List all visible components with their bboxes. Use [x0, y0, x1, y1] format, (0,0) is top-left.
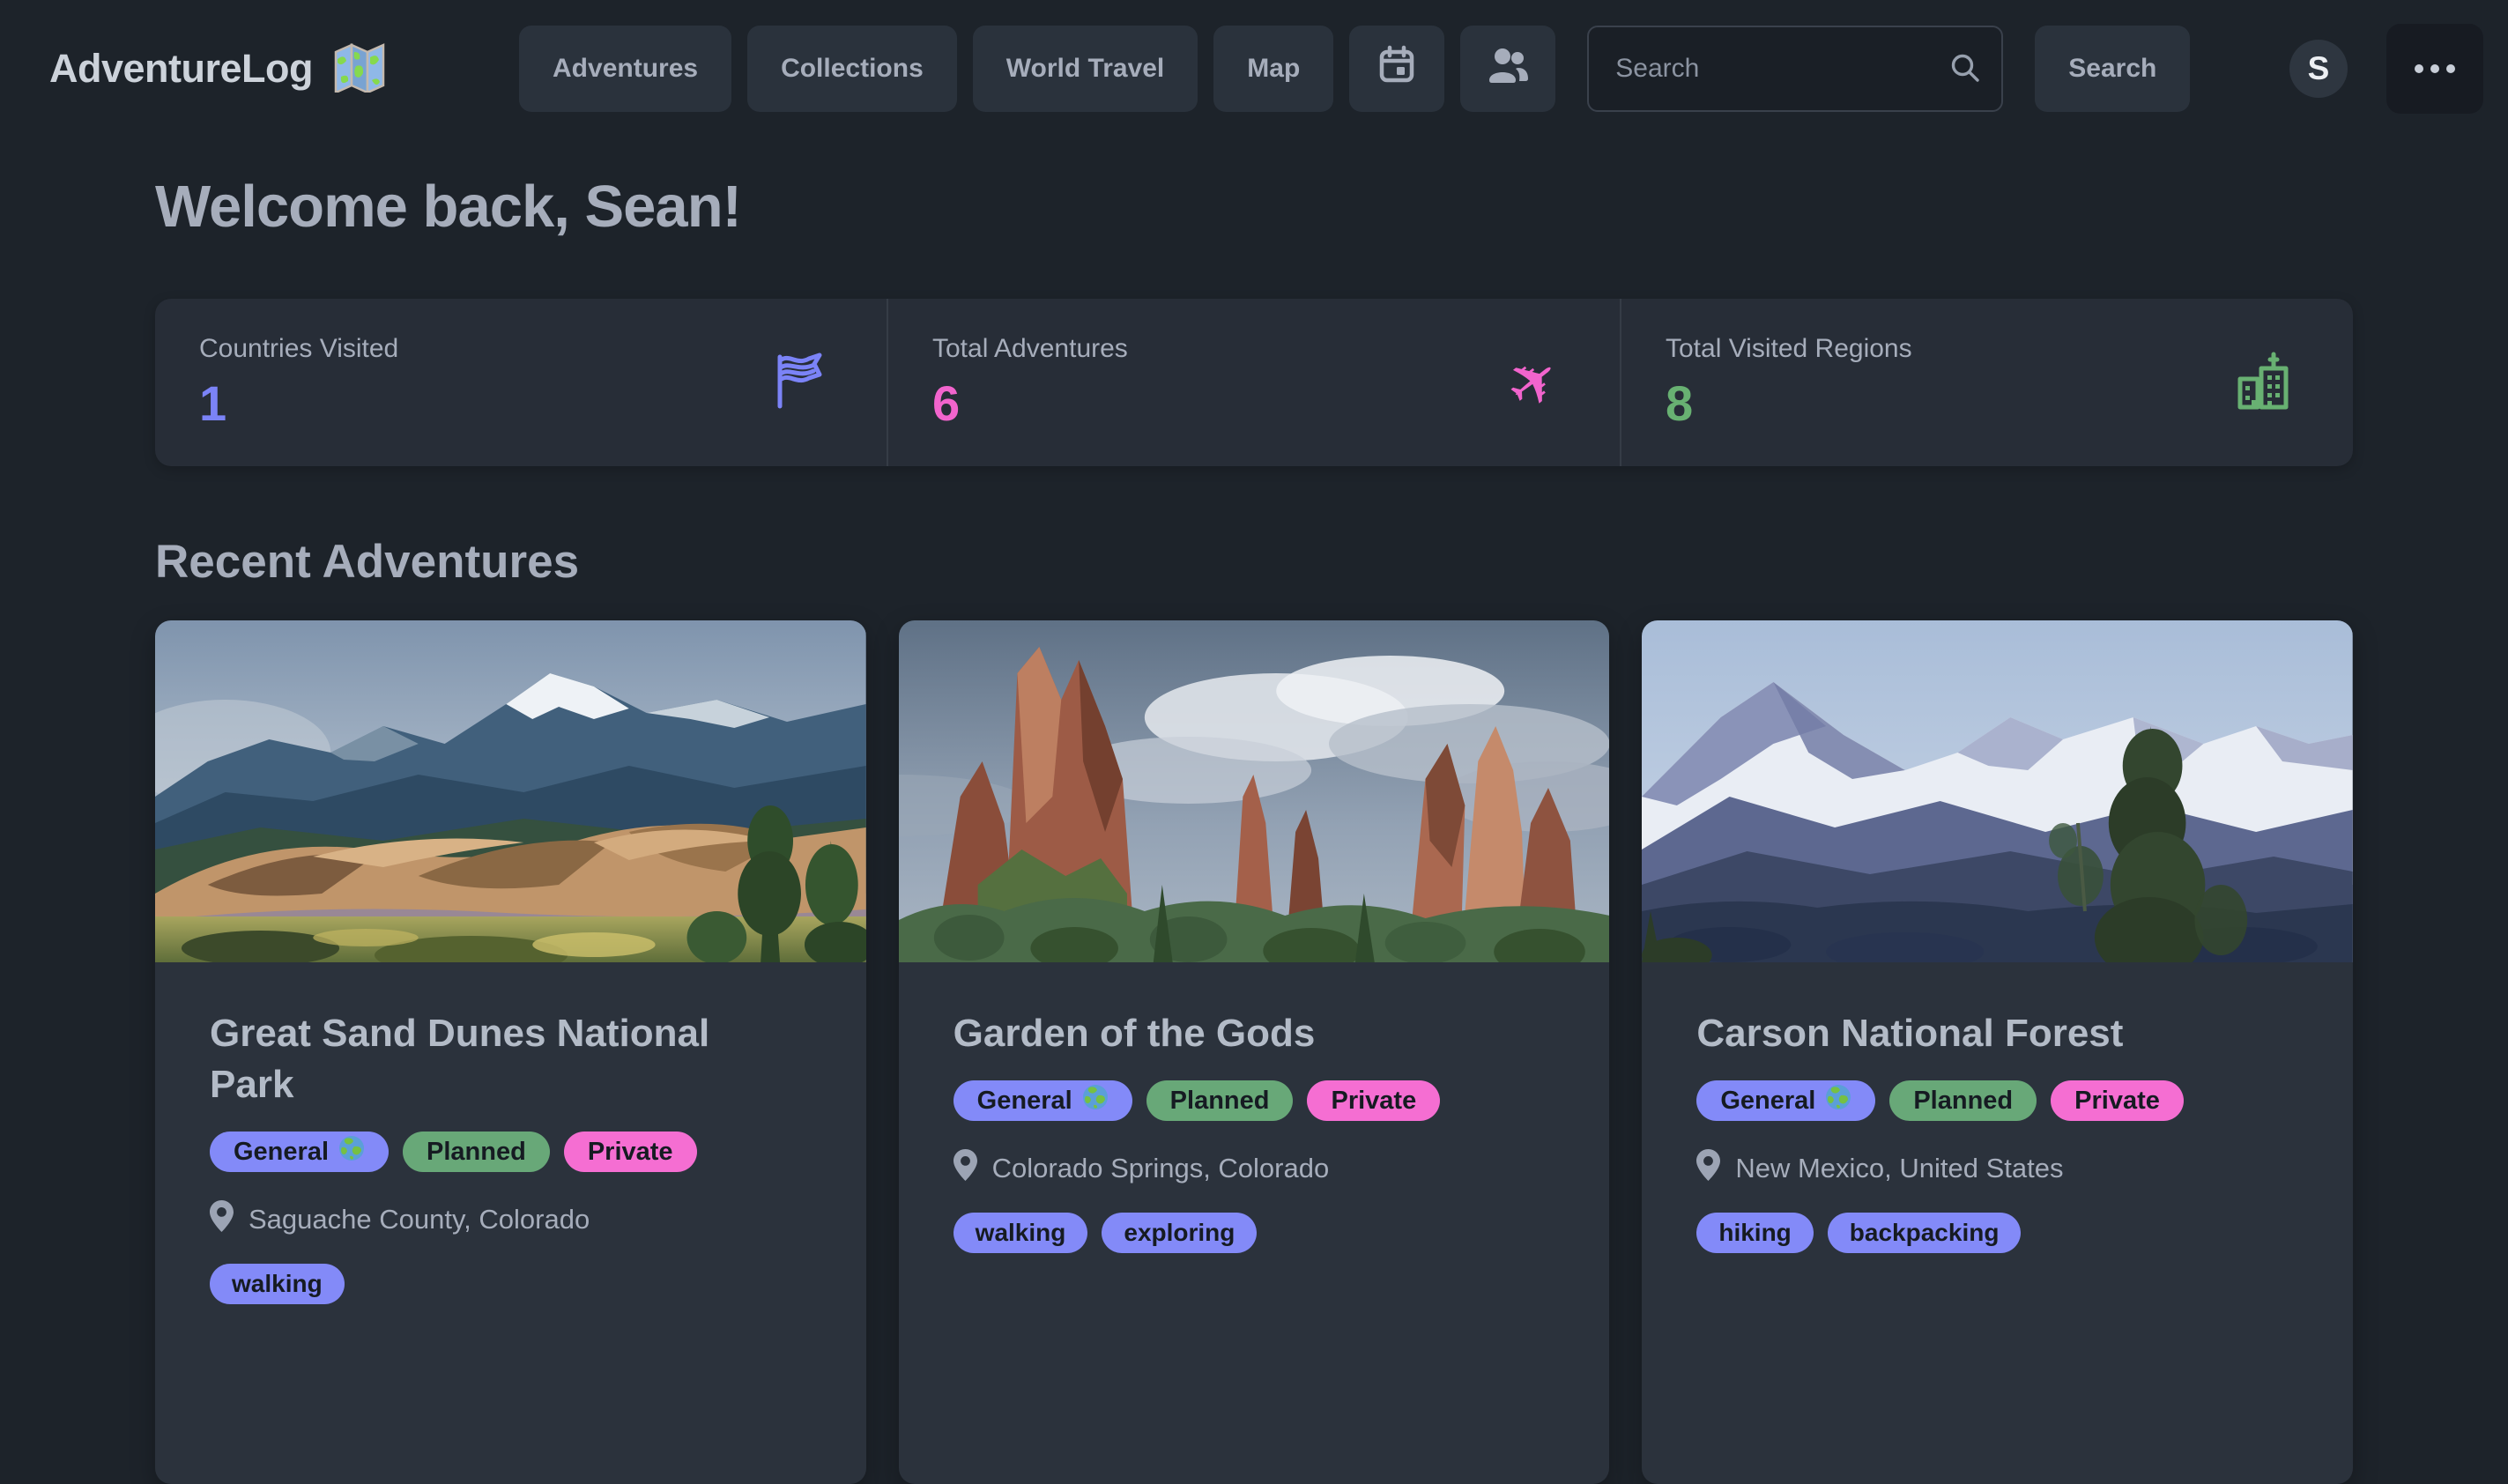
search-field-wrap: [1587, 26, 2003, 112]
nav-links: Adventures Collections World Travel Map: [519, 26, 2190, 112]
adventure-title: Carson National Forest: [1696, 1008, 2260, 1059]
tag: walking: [210, 1264, 345, 1304]
badge-planned: Planned: [1146, 1080, 1294, 1121]
stat-value: 6: [932, 375, 1128, 432]
badge-row: General Planned Private: [210, 1132, 812, 1172]
adventure-photo-carson-forest: [1642, 620, 2353, 962]
calendar-icon: [1376, 44, 1418, 93]
stat-title: Countries Visited: [199, 334, 398, 364]
badge-private: Private: [1307, 1080, 1440, 1121]
stat-value: 1: [199, 375, 398, 432]
badge-private: Private: [564, 1132, 697, 1172]
overflow-menu-button[interactable]: [2386, 24, 2483, 114]
location-text: New Mexico, United States: [1735, 1153, 2063, 1184]
tag-row: walking exploring: [953, 1213, 1555, 1253]
navbar-right: S: [2289, 24, 2483, 114]
tag: walking: [953, 1213, 1088, 1253]
stat-title: Total Adventures: [932, 334, 1128, 364]
adventure-photo-sand-dunes: [155, 620, 866, 962]
plane-icon: ✈: [1491, 338, 1577, 427]
badge-private: Private: [2051, 1080, 2184, 1121]
badge-general: General: [1696, 1080, 1875, 1121]
nav-map-button[interactable]: Map: [1213, 26, 1333, 112]
location-row: New Mexico, United States: [1696, 1149, 2298, 1188]
adventure-photo-garden-of-the-gods: [899, 620, 1610, 962]
badge-general: General: [210, 1132, 389, 1172]
badge-row: General Planned Private: [1696, 1080, 2298, 1121]
users-icon: [1486, 45, 1530, 93]
calendar-button[interactable]: [1349, 26, 1444, 112]
adventure-card[interactable]: Garden of the Gods General: [899, 620, 1610, 1484]
card-body: Garden of the Gods General: [899, 962, 1610, 1253]
tag: hiking: [1696, 1213, 1813, 1253]
globe-icon: [1825, 1084, 1851, 1117]
location-text: Saguache County, Colorado: [249, 1204, 590, 1235]
ellipsis-icon: [2415, 64, 2455, 73]
avatar[interactable]: S: [2289, 40, 2348, 98]
recent-adventures-heading: Recent Adventures: [155, 535, 2353, 589]
stat-total-adventures: Total Adventures 6 ✈: [887, 299, 1620, 466]
main-content: Welcome back, Sean! Countries Visited 1 …: [155, 173, 2353, 1484]
city-icon: [2235, 349, 2293, 417]
welcome-heading: Welcome back, Sean!: [155, 173, 2353, 241]
magnifier-icon: [1948, 51, 1982, 89]
stat-total-visited-regions: Total Visited Regions 8: [1620, 299, 2353, 466]
app-title: AdventureLog: [49, 46, 313, 92]
tag-row: hiking backpacking: [1696, 1213, 2298, 1253]
badge-general: General: [953, 1080, 1132, 1121]
nav-world-travel-button[interactable]: World Travel: [973, 26, 1198, 112]
app-logo[interactable]: AdventureLog: [49, 41, 387, 97]
tag-row: walking: [210, 1264, 812, 1304]
location-text: Colorado Springs, Colorado: [992, 1153, 1330, 1184]
globe-icon: [1082, 1084, 1109, 1117]
location-row: Colorado Springs, Colorado: [953, 1149, 1555, 1188]
adventure-card[interactable]: Carson National Forest General: [1642, 620, 2353, 1484]
badge-row: General Planned Private: [953, 1080, 1555, 1121]
users-button[interactable]: [1460, 26, 1555, 112]
stat-value: 8: [1666, 375, 1912, 432]
navbar: AdventureLog Adventures Collections Worl…: [0, 0, 2508, 137]
badge-planned: Planned: [1889, 1080, 2037, 1121]
stats-panel: Countries Visited 1 Total Adventures 6 ✈: [155, 299, 2353, 466]
flag-icon: [772, 350, 827, 416]
nav-collections-button[interactable]: Collections: [747, 26, 957, 112]
adventure-card[interactable]: Great Sand Dunes National Park General: [155, 620, 866, 1484]
card-body: Great Sand Dunes National Park General: [155, 962, 866, 1304]
card-body: Carson National Forest General: [1642, 962, 2353, 1253]
location-pin-icon: [210, 1200, 234, 1239]
adventure-title: Garden of the Gods: [953, 1008, 1517, 1059]
location-pin-icon: [953, 1149, 977, 1188]
nav-adventures-button[interactable]: Adventures: [519, 26, 731, 112]
adventure-title: Great Sand Dunes National Park: [210, 1008, 774, 1110]
stat-countries-visited: Countries Visited 1: [155, 299, 887, 466]
tag: backpacking: [1828, 1213, 2022, 1253]
search-input[interactable]: [1587, 26, 2003, 112]
location-pin-icon: [1696, 1149, 1720, 1188]
tag: exploring: [1102, 1213, 1257, 1253]
badge-planned: Planned: [403, 1132, 550, 1172]
recent-adventure-cards: Great Sand Dunes National Park General: [155, 620, 2353, 1484]
search-button[interactable]: Search: [2035, 26, 2190, 112]
globe-icon: [338, 1135, 365, 1169]
location-row: Saguache County, Colorado: [210, 1200, 812, 1239]
stat-title: Total Visited Regions: [1666, 334, 1912, 364]
folded-map-icon: [332, 41, 387, 97]
